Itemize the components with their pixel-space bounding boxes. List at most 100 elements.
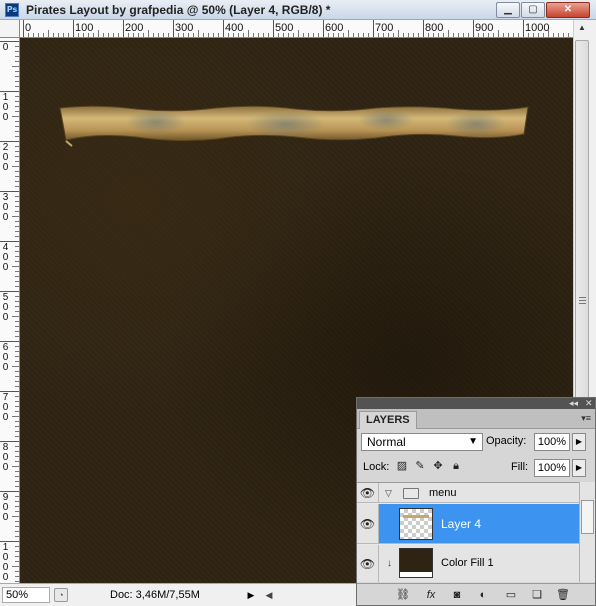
layers-scrollbar[interactable] <box>579 482 595 582</box>
lock-image-pixels-icon[interactable]: ✎ <box>413 459 427 473</box>
ruler-minor-tick <box>133 33 134 37</box>
ruler-label: 800 <box>2 442 9 473</box>
close-panel-icon[interactable]: ✕ <box>585 398 593 409</box>
minimize-button[interactable]: ▁ <box>496 2 520 18</box>
ruler-minor-tick <box>15 76 19 77</box>
visibility-eye-icon[interactable]: 👁︎ <box>357 504 379 543</box>
ruler-minor-tick <box>298 30 299 37</box>
ruler-minor-tick <box>15 536 19 537</box>
layer-group-row[interactable]: 👁︎ ▽ menu <box>357 483 579 503</box>
ruler-minor-tick <box>15 156 19 157</box>
zoom-input[interactable]: 50% <box>2 587 50 603</box>
ruler-minor-tick <box>15 151 19 152</box>
status-menu-arrow-icon[interactable]: ▶ <box>244 587 258 603</box>
ruler-minor-tick <box>248 30 249 37</box>
ruler-minor-tick <box>193 33 194 37</box>
ruler-major-tick <box>123 20 124 37</box>
ruler-minor-tick <box>15 501 19 502</box>
lock-all-icon[interactable]: 🔒︎ <box>449 459 463 473</box>
ruler-minor-tick <box>428 33 429 37</box>
ruler-minor-tick <box>15 351 19 352</box>
ruler-minor-tick <box>343 33 344 37</box>
ruler-minor-tick <box>15 346 19 347</box>
ruler-minor-tick <box>15 321 19 322</box>
visibility-eye-icon[interactable]: 👁︎ <box>357 545 379 582</box>
layer-row[interactable]: 👁︎ ↓ Color Fill 1 <box>357 545 579 582</box>
blend-mode-select[interactable]: Normal ▼ <box>361 433 483 451</box>
ruler-minor-tick <box>398 30 399 37</box>
ruler-major-tick <box>473 20 474 37</box>
vertical-ruler[interactable]: 0 100 200 300 400 500 600 700 800 900 1000 <box>0 38 20 583</box>
ruler-minor-tick <box>12 66 19 67</box>
ruler-minor-tick <box>15 396 19 397</box>
ruler-minor-tick <box>513 33 514 37</box>
maximize-button[interactable]: ▢ <box>521 2 545 18</box>
ruler-minor-tick <box>313 33 314 37</box>
ruler-minor-tick <box>203 33 204 37</box>
ruler-minor-tick <box>15 301 19 302</box>
adjustment-layer-icon[interactable]: ◐ <box>475 587 491 603</box>
ruler-minor-tick <box>12 516 19 517</box>
collapse-panel-icon[interactable]: ◂◂ <box>569 398 578 409</box>
lock-transparent-pixels-icon[interactable]: ▨ <box>395 459 409 473</box>
layers-scrollbar-thumb[interactable] <box>581 500 594 534</box>
ruler-label: 1000 <box>2 542 9 583</box>
expand-arrow-icon[interactable]: ▽ <box>385 488 392 499</box>
horizontal-ruler[interactable]: 0 100 200 300 400 500 600 700 800 900 1000 <box>20 20 573 38</box>
ruler-minor-tick <box>408 33 409 37</box>
ruler-minor-tick <box>15 486 19 487</box>
ruler-minor-tick <box>113 33 114 37</box>
ruler-minor-tick <box>12 116 19 117</box>
folder-icon <box>403 488 419 499</box>
ruler-minor-tick <box>12 366 19 367</box>
ruler-minor-tick <box>15 406 19 407</box>
document-status-icon[interactable]: ◔ <box>54 588 68 602</box>
ruler-minor-tick <box>15 131 19 132</box>
close-button[interactable]: ✕ <box>546 2 590 18</box>
ruler-minor-tick <box>15 101 19 102</box>
ruler-minor-tick <box>263 33 264 37</box>
delete-layer-icon[interactable]: 🗑︎ <box>555 587 571 603</box>
ruler-minor-tick <box>15 296 19 297</box>
ruler-minor-tick <box>88 33 89 37</box>
ruler-minor-tick <box>15 561 19 562</box>
ruler-minor-tick <box>15 146 19 147</box>
opacity-slider-arrow-icon[interactable]: ▶ <box>572 433 586 451</box>
link-layers-icon[interactable]: ⛓ <box>395 587 411 603</box>
ruler-minor-tick <box>483 33 484 37</box>
layer-style-fx-icon[interactable]: fx <box>423 587 439 603</box>
ruler-minor-tick <box>15 531 19 532</box>
ruler-minor-tick <box>15 171 19 172</box>
opacity-input[interactable]: 100% <box>534 433 570 451</box>
ruler-minor-tick <box>15 306 19 307</box>
ruler-minor-tick <box>15 271 19 272</box>
ruler-origin[interactable] <box>0 20 20 38</box>
ruler-minor-tick <box>458 33 459 37</box>
ruler-minor-tick <box>15 136 19 137</box>
layer-thumbnail <box>399 508 433 540</box>
ruler-minor-tick <box>15 236 19 237</box>
new-group-icon[interactable]: ▭ <box>503 587 519 603</box>
ruler-minor-tick <box>218 33 219 37</box>
new-layer-icon[interactable]: ❏ <box>529 587 545 603</box>
tab-layers[interactable]: LAYERS <box>359 411 417 429</box>
add-mask-icon[interactable]: ◙ <box>449 587 465 603</box>
ruler-minor-tick <box>413 33 414 37</box>
layer-row-selected[interactable]: 👁︎ Layer 4 <box>357 504 579 544</box>
lock-position-icon[interactable]: ✥ <box>431 459 445 473</box>
ruler-minor-tick <box>103 33 104 37</box>
window-titlebar: Ps Pirates Layout by grafpedia @ 50% (La… <box>0 0 596 20</box>
ruler-minor-tick <box>438 33 439 37</box>
parchment-banner[interactable] <box>56 104 532 148</box>
ruler-minor-tick <box>278 33 279 37</box>
ruler-label: 0 <box>2 42 9 53</box>
panel-menu-icon[interactable]: ▾≡ <box>581 413 591 424</box>
ruler-minor-tick <box>15 456 19 457</box>
fill-slider-arrow-icon[interactable]: ▶ <box>572 459 586 477</box>
fill-input[interactable]: 100% <box>534 459 570 477</box>
scroll-up-arrow-icon[interactable]: ▲ <box>574 20 590 36</box>
visibility-eye-icon[interactable]: 👁︎ <box>357 483 379 502</box>
ruler-minor-tick <box>183 33 184 37</box>
scroll-left-arrow-icon[interactable]: ◀ <box>262 588 276 602</box>
ruler-minor-tick <box>15 311 19 312</box>
